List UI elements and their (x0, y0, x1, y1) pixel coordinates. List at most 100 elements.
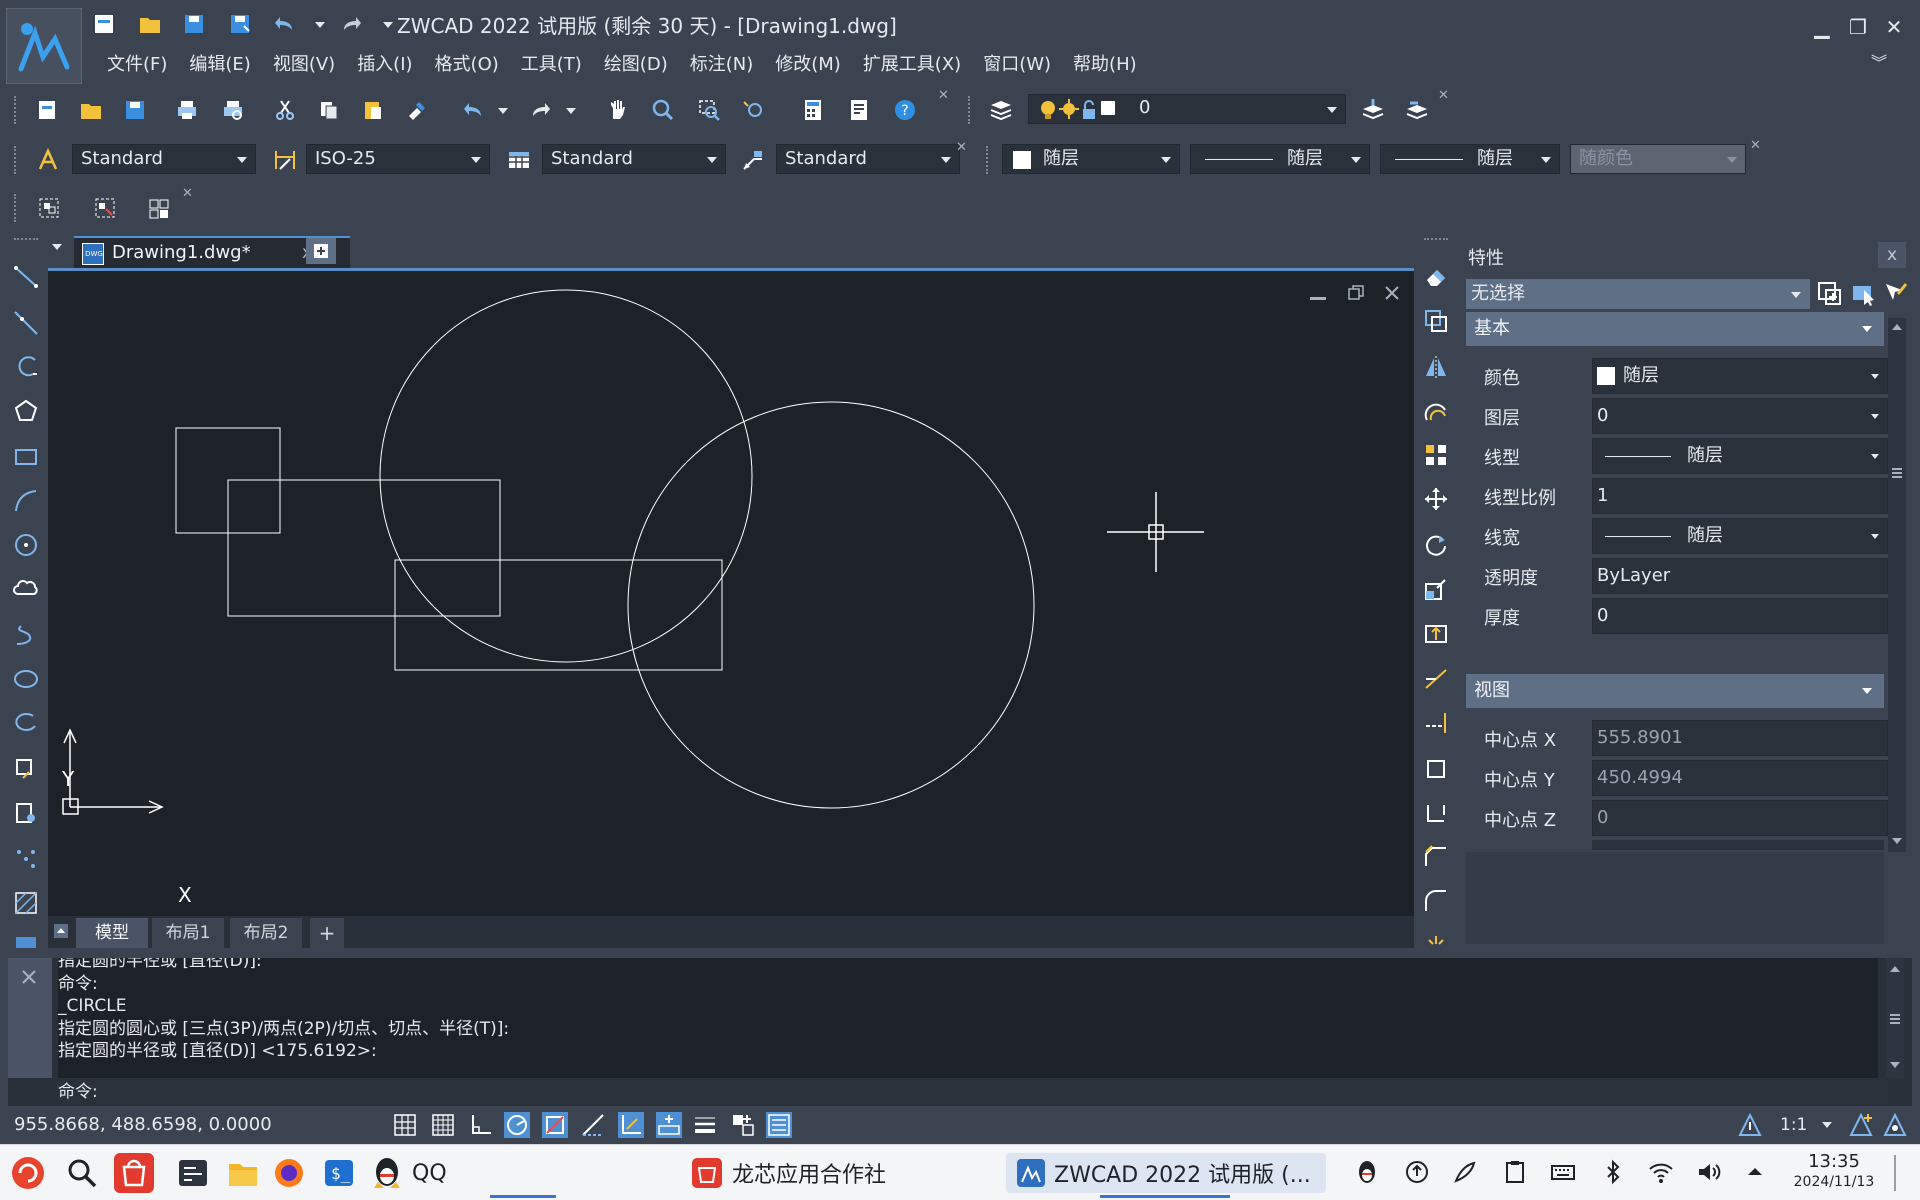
command-scrollbar[interactable] (1886, 958, 1904, 1078)
auto-add-scale-icon[interactable] (1846, 1112, 1876, 1138)
redo-icon[interactable] (340, 12, 364, 36)
tab-model[interactable]: 模型 (76, 918, 148, 948)
copy-icon[interactable] (314, 95, 344, 125)
update-tray-icon[interactable] (1404, 1159, 1430, 1185)
toolbar-close-icon[interactable]: ✕ (938, 88, 949, 103)
prop-value-linetype[interactable]: 随层 (1592, 438, 1888, 474)
table-style-icon[interactable] (504, 145, 534, 175)
multileader-style-icon[interactable] (738, 145, 768, 175)
close-button[interactable]: ✕ (1883, 16, 1905, 38)
open-icon[interactable] (76, 95, 106, 125)
toolbar-grip[interactable] (968, 96, 972, 124)
erase-icon[interactable] (1423, 264, 1449, 290)
dim-style-combo[interactable]: ISO-25 (306, 144, 490, 174)
linetype-combo[interactable]: 随层 (1190, 144, 1370, 174)
new-tab-button[interactable] (306, 238, 336, 264)
make-block-icon[interactable] (13, 800, 39, 826)
object-snap-icon[interactable] (542, 1112, 568, 1138)
workspace-icon[interactable] (1880, 1112, 1910, 1138)
quick-properties-icon[interactable] (766, 1112, 792, 1138)
system-clock[interactable]: 13:35 2024/11/13 (1786, 1152, 1882, 1192)
viewport-minimize-icon[interactable] (1310, 297, 1326, 300)
toolbar-grip[interactable] (14, 194, 18, 222)
toolbar-grip[interactable] (14, 96, 18, 124)
keyboard-tray-icon[interactable] (1550, 1159, 1576, 1185)
tab-layout2[interactable]: 布局2 (230, 918, 302, 948)
match-properties-icon[interactable] (402, 95, 432, 125)
toggle-pickadd-icon[interactable] (1816, 280, 1844, 308)
zoom-realtime-icon[interactable] (648, 95, 678, 125)
make-object-layer-current-icon[interactable] (1358, 95, 1388, 125)
annotation-scale[interactable]: 1:1 (1780, 1110, 1840, 1140)
properties-close-button[interactable]: x (1878, 242, 1906, 268)
menu-dimension[interactable]: 标注(N) (679, 50, 765, 80)
layer-previous-icon[interactable] (1402, 95, 1432, 125)
object-snap-tracking-icon[interactable] (580, 1112, 606, 1138)
insert-block-icon[interactable] (13, 756, 39, 782)
layout-scroll-button[interactable] (54, 924, 68, 938)
toolbar-close-icon[interactable]: ✕ (956, 140, 967, 155)
selection-cycling-icon[interactable] (730, 1112, 756, 1138)
viewport-restore-icon[interactable] (1348, 285, 1364, 301)
toolbar-grip[interactable] (1424, 238, 1448, 242)
firefox-button[interactable] (272, 1153, 306, 1193)
volume-icon[interactable] (1696, 1159, 1722, 1185)
toolbar-grip[interactable] (14, 146, 18, 174)
dynamic-ucs-icon[interactable] (618, 1112, 644, 1138)
wifi-icon[interactable] (1648, 1159, 1674, 1185)
menu-file[interactable]: 文件(F) (96, 50, 178, 80)
new-icon[interactable] (32, 95, 62, 125)
taskbar-longxin[interactable]: 龙芯应用合作社 (690, 1153, 886, 1193)
menu-modify[interactable]: 修改(M) (764, 50, 852, 80)
move-icon[interactable] (1423, 486, 1449, 512)
menu-extension-tools[interactable]: 扩展工具(X) (852, 50, 972, 80)
group-edit-icon[interactable] (144, 193, 174, 223)
snap-grid-icon[interactable] (392, 1112, 418, 1138)
zoom-window-icon[interactable] (694, 95, 724, 125)
dim-style-icon[interactable] (270, 145, 300, 175)
ungroup-icon[interactable] (90, 193, 120, 223)
ellipse-arc-icon[interactable] (13, 710, 39, 736)
qq-tray-icon[interactable] (1354, 1159, 1380, 1185)
join-icon[interactable] (1423, 800, 1449, 826)
selection-combo[interactable]: 无选择 (1466, 279, 1810, 309)
polyline-icon[interactable] (13, 354, 39, 380)
menu-window[interactable]: 窗口(W) (972, 50, 1062, 80)
pan-icon[interactable] (602, 95, 632, 125)
ellipse-icon[interactable] (13, 666, 39, 692)
new-file-icon[interactable] (92, 12, 116, 36)
taskbar-qq[interactable]: QQ (370, 1153, 447, 1193)
save-icon[interactable] (182, 12, 206, 36)
clipboard-tray-icon[interactable] (1502, 1159, 1528, 1185)
tray-expand-icon[interactable] (1742, 1159, 1768, 1185)
spline-icon[interactable] (13, 622, 39, 648)
line-icon[interactable] (13, 264, 39, 290)
table-style-combo[interactable]: Standard (542, 144, 726, 174)
app-logo[interactable] (6, 8, 82, 84)
text-style-combo[interactable]: Standard (72, 144, 256, 174)
basic-section-header[interactable]: 基本 (1466, 312, 1884, 346)
scroll-down-icon[interactable] (1892, 838, 1902, 844)
offset-icon[interactable] (1423, 398, 1449, 424)
paste-icon[interactable] (358, 95, 388, 125)
undo-dropdown-icon[interactable] (488, 95, 518, 125)
viewport-close-icon[interactable] (1384, 285, 1400, 301)
scroll-down-icon[interactable] (1890, 1062, 1900, 1068)
command-close-icon[interactable] (20, 968, 38, 986)
help-icon[interactable]: ? (890, 95, 920, 125)
save-icon[interactable] (120, 95, 150, 125)
view-section-header[interactable]: 视图 (1466, 674, 1884, 708)
menu-draw[interactable]: 绘图(D) (593, 50, 679, 80)
gradient-icon[interactable] (13, 934, 39, 948)
prop-value-transparency[interactable]: ByLayer (1592, 558, 1888, 594)
fillet-icon[interactable] (1423, 888, 1449, 914)
calculator-icon[interactable] (798, 95, 828, 125)
bluetooth-icon[interactable] (1600, 1159, 1626, 1185)
trim-icon[interactable] (1423, 666, 1449, 692)
prop-value-layer[interactable]: 0 (1592, 398, 1888, 434)
tab-layout1[interactable]: 布局1 (152, 918, 224, 948)
start-menu-button[interactable] (8, 1153, 48, 1193)
point-icon[interactable] (13, 846, 39, 872)
system-monitor-button[interactable] (176, 1153, 210, 1193)
annotation-visibility-icon[interactable] (1734, 1112, 1766, 1138)
